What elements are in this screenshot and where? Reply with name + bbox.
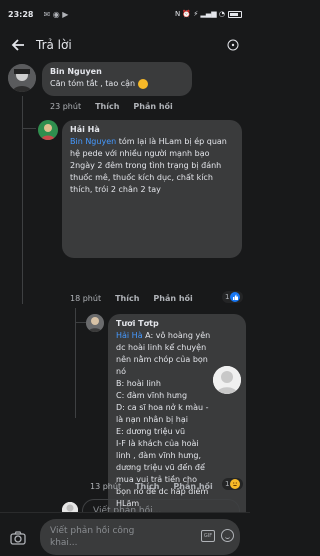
- battery-icon: [228, 10, 242, 18]
- mention-link[interactable]: Hải Hà: [116, 331, 143, 340]
- comment-time: 23 phút: [50, 102, 82, 111]
- sad-emoji-icon: [137, 78, 148, 89]
- comment-bubble[interactable]: Hải Hà Bin Nguyen tóm lại là HLam bị ép …: [62, 120, 242, 258]
- comment-composer: Viết phản hồi công khai... GIF: [0, 512, 250, 556]
- thread-branch: [22, 128, 36, 129]
- comment-input-placeholder: Viết phản hồi công khai...: [50, 526, 135, 548]
- comment-thread: Bin Nguyen Căn tóm tắt , tao cận 23 phút…: [0, 62, 250, 534]
- comment-bubble[interactable]: Bin Nguyen Căn tóm tắt , tao cận: [42, 62, 192, 96]
- comment-text: Bin Nguyen tóm lại là HLam bị ép quan hệ…: [70, 137, 227, 194]
- thread-line: [75, 308, 76, 418]
- signal-icons: N ⏰ ⚡ ▂▄▆ ◔: [174, 10, 225, 18]
- attached-avatar-placeholder[interactable]: [213, 366, 241, 394]
- more-options-icon[interactable]: [224, 36, 242, 54]
- system-icons: N ⏰ ⚡ ▂▄▆ ◔: [175, 10, 242, 18]
- comment-actions: 18 phút Thích Phản hồi: [70, 294, 193, 303]
- reply-link[interactable]: Phản hồi: [173, 482, 212, 491]
- comment-actions: 23 phút Thích Phản hồi: [50, 102, 173, 111]
- comment-author[interactable]: Hải Hà: [70, 125, 234, 134]
- page-title: Trả lời: [36, 38, 72, 52]
- comment-author[interactable]: Bin Nguyen: [50, 67, 184, 76]
- comment-actions: 13 phút Thích Phản hồi: [90, 482, 213, 491]
- like-link[interactable]: Thích: [95, 102, 119, 111]
- status-time: 23:28: [8, 9, 34, 19]
- camera-icon[interactable]: [10, 530, 26, 545]
- comment-text: Căn tóm tắt , tao cận: [50, 78, 184, 90]
- header: Trả lời: [0, 28, 250, 62]
- composer-icons: GIF: [201, 529, 234, 542]
- comment-time: 13 phút: [90, 482, 122, 491]
- reaction-badge[interactable]: 1: [222, 291, 244, 303]
- reply-link[interactable]: Phản hồi: [133, 102, 172, 111]
- like-reaction-icon: [230, 292, 241, 302]
- reaction-count: 1: [225, 480, 230, 488]
- like-link[interactable]: Thích: [135, 482, 159, 491]
- back-arrow-icon[interactable]: [8, 35, 28, 55]
- emoji-icon[interactable]: [221, 529, 234, 542]
- comment-input[interactable]: Viết phản hồi công khai... GIF: [40, 519, 240, 555]
- notification-icons: ✉ ◉ ▶: [43, 9, 69, 19]
- reaction-count: 1: [225, 293, 230, 301]
- status-bar: 23:28 ✉ ◉ ▶ N ⏰ ⚡ ▂▄▆ ◔: [0, 0, 250, 28]
- gif-icon[interactable]: GIF: [201, 529, 215, 542]
- reply-link[interactable]: Phản hồi: [153, 294, 192, 303]
- avatar-bin-nguyen[interactable]: [8, 64, 36, 92]
- comment-author[interactable]: Tươi Tơtp: [116, 319, 238, 328]
- reaction-badge[interactable]: 1: [222, 478, 244, 490]
- mention-link[interactable]: Bin Nguyen: [70, 137, 116, 146]
- comment-time: 18 phút: [70, 294, 102, 303]
- haha-reaction-icon: [230, 479, 241, 489]
- avatar-hai-ha[interactable]: [38, 120, 58, 140]
- like-link[interactable]: Thích: [115, 294, 139, 303]
- avatar-tuoi-totp[interactable]: [86, 314, 104, 332]
